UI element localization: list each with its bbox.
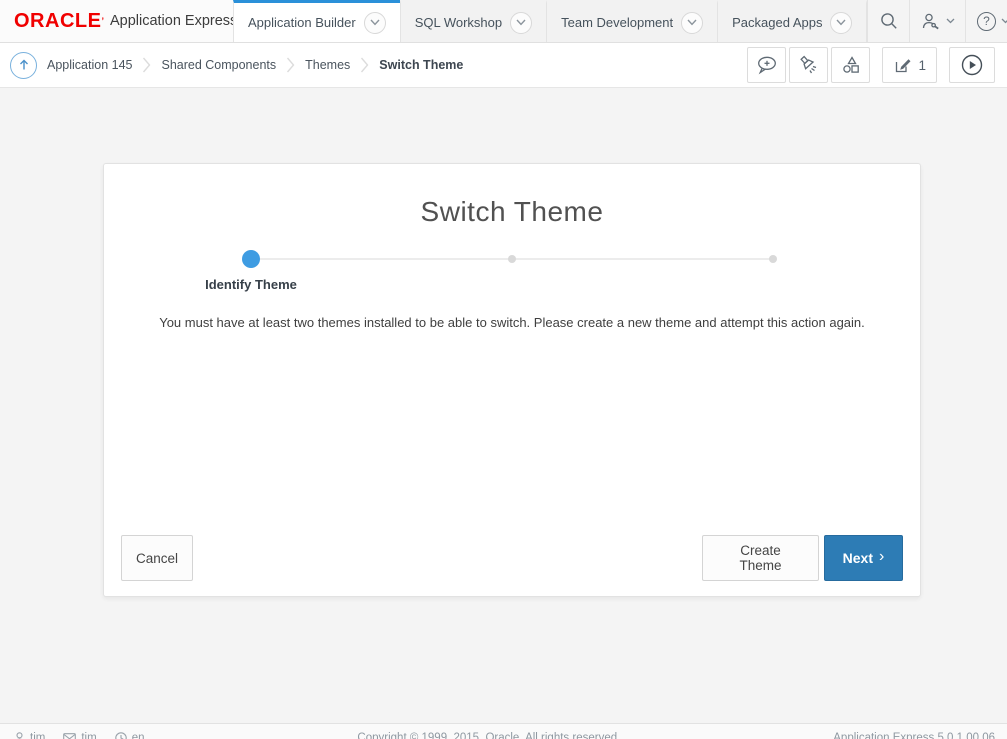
footer-email: tim [63, 732, 96, 739]
search-button[interactable] [867, 0, 909, 42]
footer-copyright: Copyright © 1999, 2015, Oracle. All righ… [144, 732, 833, 739]
chevron-right-icon [142, 56, 151, 74]
chevron-down-icon[interactable] [830, 12, 852, 34]
oracle-logo-mark: ’ [101, 16, 104, 26]
chevron-right-icon [360, 56, 369, 74]
top-nav-bar: ORACLE’ Application Express Application … [0, 0, 1007, 43]
administration-menu-button[interactable] [909, 0, 965, 42]
tab-label: Team Development [561, 15, 673, 30]
play-circle-icon [960, 53, 984, 77]
breadcrumb-current-switch-theme: Switch Theme [379, 58, 463, 72]
tab-label: SQL Workshop [415, 15, 502, 30]
main-tabs: Application Builder SQL Workshop Team De… [233, 0, 867, 42]
breadcrumb-application[interactable]: Application 145 [47, 58, 132, 72]
tab-label: Application Builder [248, 15, 356, 30]
arrow-up-icon [18, 59, 30, 71]
wizard-message: You must have at least two themes instal… [124, 315, 900, 330]
footer-session-info: tim tim en [14, 732, 144, 739]
oracle-logo: ORACLE [14, 11, 101, 31]
speech-bubble-plus-icon [756, 55, 778, 75]
switch-theme-wizard-card: Switch Theme Identify Theme You must hav… [103, 163, 921, 597]
header-utility-icons: ? [867, 0, 1007, 42]
help-icon: ? [977, 12, 996, 31]
cancel-button[interactable]: Cancel [121, 535, 193, 581]
page-toolbar: 1 [744, 47, 995, 83]
edit-page-number: 1 [918, 58, 926, 73]
chevron-down-icon[interactable] [364, 12, 386, 34]
flashlight-icon [798, 54, 820, 76]
wizard-step-dot-active [242, 250, 260, 268]
chevron-right-icon: › [879, 549, 884, 565]
breadcrumb-shared-components[interactable]: Shared Components [161, 58, 276, 72]
chevron-right-icon [286, 56, 295, 74]
shapes-icon [841, 55, 861, 75]
footer-bar: tim tim en Copyright © 1999, 2015, Oracl… [0, 723, 1007, 739]
footer-language: en [115, 732, 145, 739]
chevron-down-icon [1001, 18, 1007, 24]
chevron-down-icon [946, 18, 955, 24]
help-menu-button[interactable]: ? [965, 0, 1007, 42]
edit-pencil-icon [893, 56, 912, 75]
tab-packaged-apps[interactable]: Packaged Apps [717, 0, 867, 42]
tab-application-builder[interactable]: Application Builder [233, 0, 400, 42]
footer-version: Application Express 5.0.1.00.06 [833, 732, 995, 739]
tab-team-development[interactable]: Team Development [546, 0, 717, 42]
breadcrumb-bar: Application 145 Shared Components Themes… [0, 43, 1007, 88]
wizard-step-label: Identify Theme [161, 277, 341, 292]
create-theme-button[interactable]: Create Theme [702, 535, 819, 581]
feedback-button[interactable] [747, 47, 786, 83]
chevron-down-icon[interactable] [510, 12, 532, 34]
envelope-icon [63, 733, 76, 739]
person-icon [14, 732, 25, 739]
chevron-down-icon[interactable] [681, 12, 703, 34]
clock-icon [115, 732, 127, 739]
next-button[interactable]: Next › [824, 535, 903, 581]
breadcrumb: Application 145 Shared Components Themes… [47, 56, 463, 74]
breadcrumb-themes[interactable]: Themes [305, 58, 350, 72]
run-application-button[interactable] [949, 47, 995, 83]
page-title: Switch Theme [104, 196, 920, 228]
up-level-button[interactable] [10, 52, 37, 79]
search-icon [879, 11, 899, 31]
tab-label: Packaged Apps [732, 15, 822, 30]
shared-components-button[interactable] [831, 47, 870, 83]
footer-user: tim [14, 732, 45, 739]
edit-page-button[interactable]: 1 [882, 47, 937, 83]
spotlight-search-button[interactable] [789, 47, 828, 83]
product-name: Application Express [110, 13, 237, 29]
next-button-label: Next [843, 550, 873, 566]
user-wrench-icon [921, 12, 941, 30]
wizard-step-dot-pending [508, 255, 516, 263]
tab-sql-workshop[interactable]: SQL Workshop [400, 0, 546, 42]
brand: ORACLE’ Application Express [0, 0, 233, 42]
wizard-step-dot-pending [769, 255, 777, 263]
